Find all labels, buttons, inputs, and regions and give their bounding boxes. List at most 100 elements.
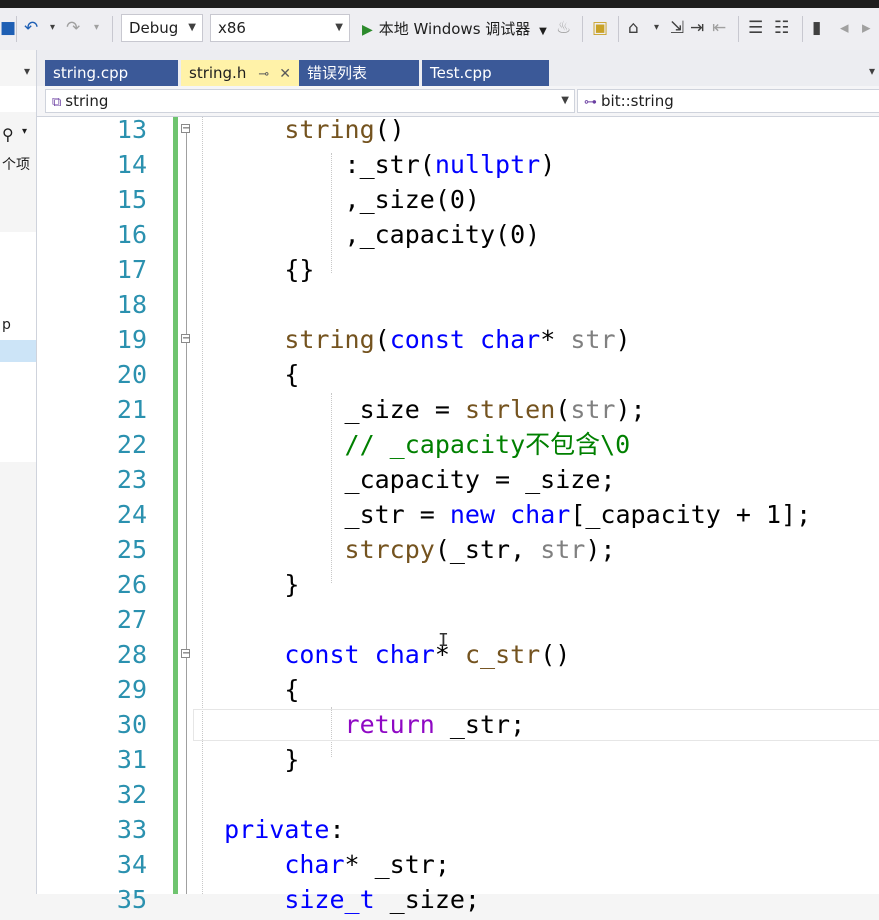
save-icon[interactable]: ■ (0, 18, 16, 38)
code-line[interactable]: 22 // _capacity不包含\0 (37, 430, 879, 465)
tree-item-label[interactable]: p (2, 317, 11, 333)
toolbar-separator (738, 16, 739, 42)
code-line[interactable]: 14 :_str(nullptr) (37, 150, 879, 185)
code-line[interactable]: 32 (37, 780, 879, 815)
toolbar-separator (618, 16, 619, 42)
search-icon[interactable]: ⚲ (2, 125, 14, 144)
line-number: 22 (116, 430, 147, 459)
code-line[interactable]: 30 return _str; (37, 710, 879, 745)
code-line[interactable]: 20 { (37, 360, 879, 395)
member-select[interactable]: ⊶ bit::string (577, 89, 879, 113)
step-icon[interactable]: ⇲ (670, 18, 684, 38)
collapse-icon[interactable]: − (181, 124, 190, 134)
bookmark-icon[interactable]: ▮ (812, 18, 821, 38)
next-bookmark-icon[interactable]: ▸ (862, 18, 871, 38)
code-token: string (284, 325, 375, 354)
code-token: _capacity = _size; (344, 465, 616, 494)
code-text: string(const char* str) (194, 325, 631, 355)
outdent-icon[interactable]: ⇤ (712, 18, 726, 38)
home-icon[interactable]: ⌂ (628, 18, 639, 38)
code-token: _size; (374, 885, 480, 914)
uncomment-icon[interactable]: ☷ (774, 18, 789, 38)
line-number: 25 (116, 535, 147, 564)
tab-overflow-icon[interactable]: ▾ (869, 64, 875, 78)
code-line[interactable]: 17 {} (37, 255, 879, 290)
tab-error-list[interactable]: 错误列表 (299, 60, 419, 86)
code-token: ); (615, 395, 646, 424)
undo-dropdown-icon[interactable]: ▾ (50, 18, 55, 38)
code-line[interactable]: 13 − string() (37, 115, 879, 150)
line-number: 34 (116, 850, 147, 879)
code-editor[interactable]: 13− string() 14 :_str(nullptr) 15 ,_size(0… (37, 115, 879, 914)
code-token: c_str (464, 640, 541, 669)
line-number: 33 (116, 815, 147, 844)
indent-icon[interactable]: ⇥ (690, 18, 704, 38)
solution-explorer-panel: ▾ ⚲ ▾ 个项 p (0, 50, 37, 894)
toolbar-separator (582, 16, 583, 42)
chevron-down-icon: ▼ (539, 26, 547, 37)
platform-select[interactable]: x86 ▼ (210, 14, 350, 42)
code-line[interactable]: 26 } (37, 570, 879, 605)
code-line[interactable]: 24 _str = new char[_capacity + 1]; (37, 500, 879, 535)
code-text: return _str; (194, 710, 526, 740)
chevron-down-icon: ▼ (561, 95, 569, 106)
selected-tree-item[interactable] (0, 340, 36, 362)
redo-dropdown-icon[interactable]: ▾ (94, 18, 99, 38)
start-debugger-button[interactable]: ▶ 本地 Windows 调试器 ▼ (362, 16, 547, 42)
code-line[interactable]: 23 _capacity = _size; (37, 465, 879, 500)
solution-tree-label[interactable]: 个项 (2, 154, 30, 174)
pin-icon[interactable]: ⊸ (258, 67, 269, 82)
code-token: * _str; (344, 850, 450, 879)
redo-icon[interactable]: ↷ (66, 18, 80, 38)
collapse-icon[interactable]: − (181, 334, 190, 344)
hot-reload-icon[interactable]: ♨ (556, 18, 571, 38)
code-text: {} (194, 255, 314, 285)
code-text: strcpy(_str, str); (194, 535, 616, 565)
code-text: _capacity = _size; (194, 465, 616, 495)
ibeam-cursor-icon: I (438, 630, 449, 651)
undo-icon[interactable]: ↶ (24, 18, 38, 38)
code-line[interactable]: 34 char* _str; (37, 850, 879, 885)
code-line[interactable]: 21 _size = strlen(str); (37, 395, 879, 430)
chevron-down-icon[interactable]: ▾ (22, 126, 27, 137)
code-line[interactable]: 19 − string(const char* str) (37, 325, 879, 360)
folder-search-icon[interactable]: ▣ (592, 18, 608, 38)
line-number: 26 (116, 570, 147, 599)
tab-string-cpp[interactable]: string.cpp (45, 60, 178, 86)
close-icon[interactable]: ✕ (279, 66, 291, 82)
code-line[interactable]: 25 strcpy(_str, str); (37, 535, 879, 570)
code-line[interactable]: 28 − const char* c_str() (37, 640, 879, 675)
code-token: ,_size(0) (344, 185, 480, 214)
comment-icon[interactable]: ☰ (748, 18, 763, 38)
code-line[interactable]: 31 } (37, 745, 879, 780)
line-number: 30 (116, 710, 147, 739)
configuration-select[interactable]: Debug ▼ (121, 14, 203, 42)
code-token: ) (615, 325, 631, 354)
code-line[interactable]: 18 (37, 290, 879, 325)
code-token: const (284, 640, 360, 669)
tab-string-h[interactable]: string.h ⊸ ✕ (181, 60, 299, 86)
scope-select[interactable]: ⧉ string ▼ (45, 89, 575, 113)
code-token: strlen (464, 395, 556, 424)
code-line[interactable]: 35 size_t _size; (37, 885, 879, 920)
code-line[interactable]: 15 ,_size(0) (37, 185, 879, 220)
code-token: char (510, 500, 571, 529)
line-number: 16 (116, 220, 147, 249)
code-line[interactable]: 29 { (37, 675, 879, 710)
chevron-down-icon[interactable]: ▾ (654, 18, 659, 38)
code-token: ); (585, 535, 616, 564)
code-line[interactable]: 16 ,_capacity(0) (37, 220, 879, 255)
tab-test-cpp[interactable]: Test.cpp (422, 60, 549, 86)
code-text: _str = new char[_capacity + 1]; (194, 500, 812, 530)
code-token: ( (555, 395, 571, 424)
chevron-down-icon: ▼ (335, 22, 343, 33)
code-line[interactable]: 27 (37, 605, 879, 640)
collapse-icon[interactable]: − (181, 649, 190, 659)
prev-bookmark-icon[interactable]: ◂ (840, 18, 849, 38)
code-line[interactable]: 33 private: (37, 815, 879, 850)
panel-dropdown-icon[interactable]: ▾ (24, 64, 30, 78)
panel-toolbar-strip (0, 86, 36, 112)
